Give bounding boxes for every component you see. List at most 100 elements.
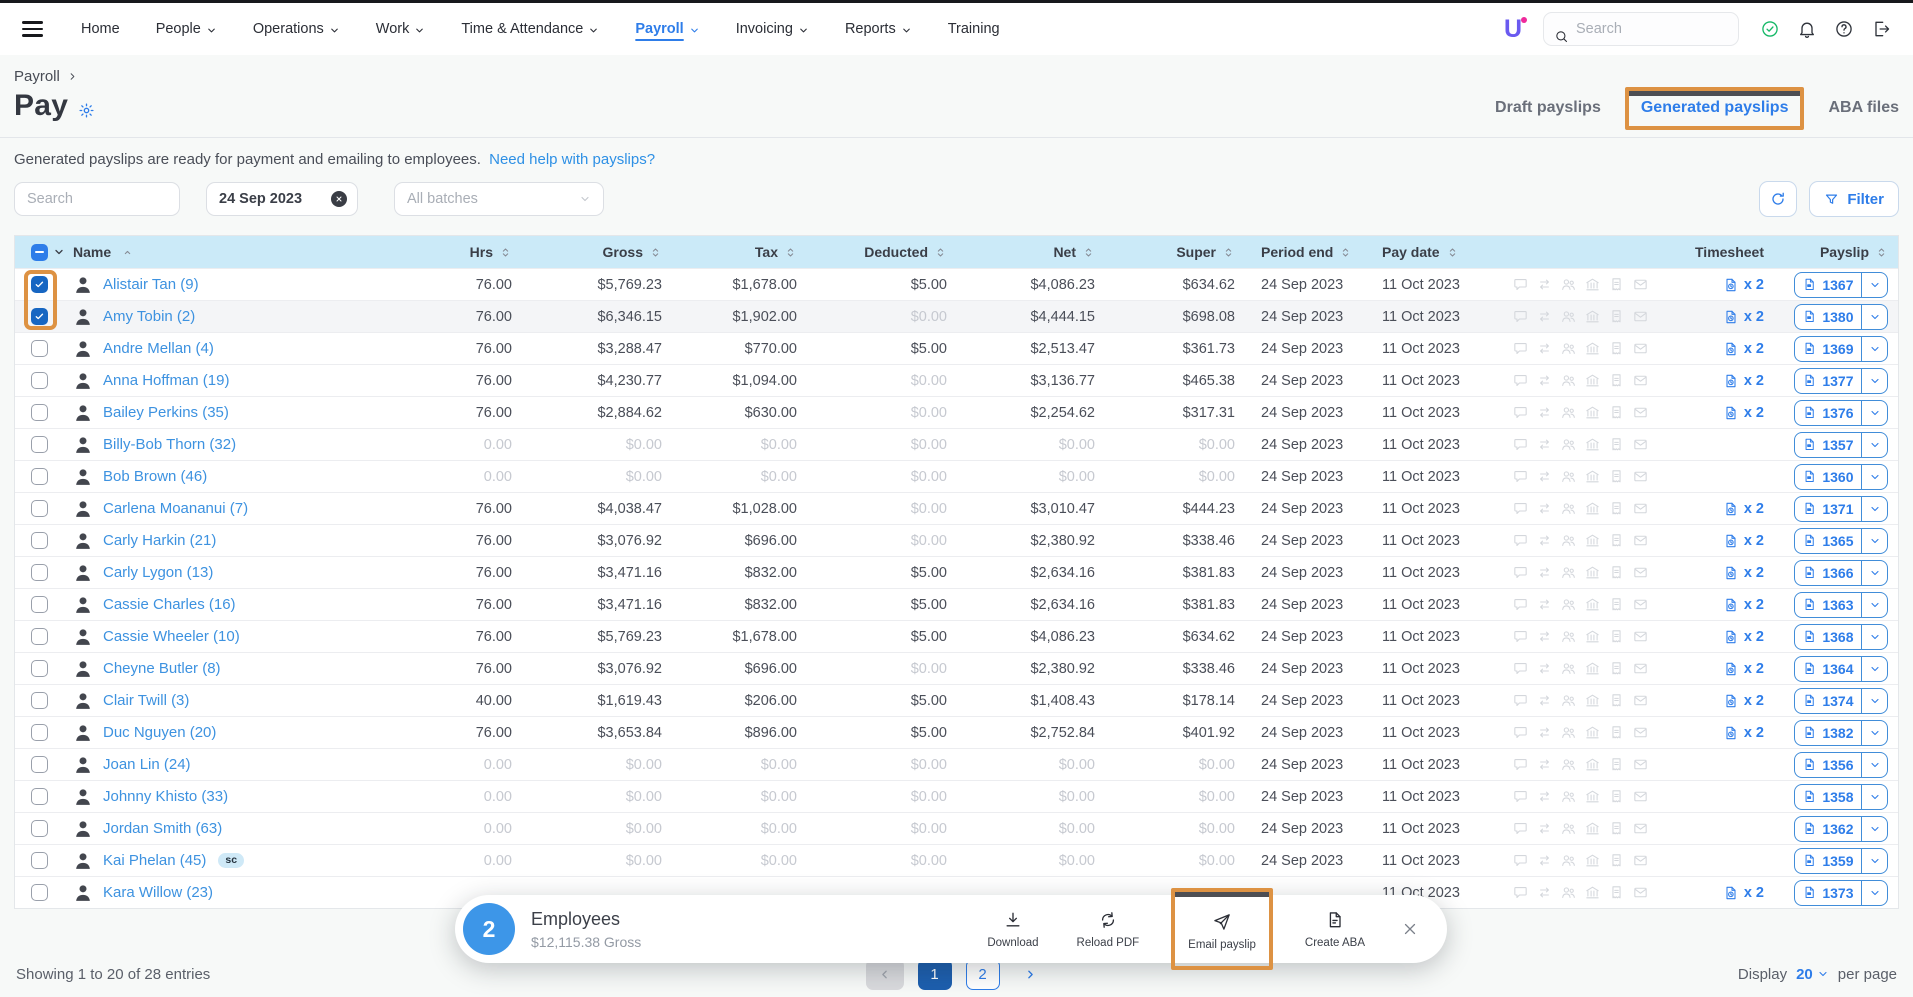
column-header-period_end[interactable]: Period end: [1235, 244, 1370, 260]
payslip-button[interactable]: 1369: [1794, 336, 1888, 362]
employee-link[interactable]: Amy Tobin (2): [103, 308, 195, 325]
transfer-icon[interactable]: [1536, 564, 1553, 581]
envelope-icon[interactable]: [1632, 500, 1649, 517]
bank-icon[interactable]: [1584, 692, 1601, 709]
bank-icon[interactable]: [1584, 308, 1601, 325]
transfer-icon[interactable]: [1536, 628, 1553, 645]
employee-link[interactable]: Kara Willow (23): [103, 884, 213, 901]
payslip-open-button[interactable]: 1380: [1795, 305, 1860, 329]
select-menu-chevron-icon[interactable]: [53, 246, 65, 258]
row-checkbox[interactable]: [31, 788, 48, 805]
timesheet-link[interactable]: x 2: [1723, 597, 1764, 613]
payslip-dropdown-button[interactable]: [1862, 721, 1887, 745]
row-checkbox[interactable]: [31, 276, 48, 293]
timesheet-link[interactable]: x 2: [1723, 341, 1764, 357]
column-header-pay_date[interactable]: Pay date: [1370, 244, 1502, 260]
employee-link[interactable]: Billy-Bob Thorn (32): [103, 436, 236, 453]
envelope-icon[interactable]: [1632, 468, 1649, 485]
hamburger-menu-icon[interactable]: [22, 21, 43, 37]
payslip-button[interactable]: 1356: [1794, 752, 1888, 778]
comment-icon[interactable]: [1512, 564, 1529, 581]
team-icon[interactable]: [1560, 852, 1577, 869]
employee-link[interactable]: Joan Lin (24): [103, 756, 191, 773]
row-checkbox[interactable]: [31, 820, 48, 837]
bank-icon[interactable]: [1584, 724, 1601, 741]
payslip-button[interactable]: 1358: [1794, 784, 1888, 810]
employee-link[interactable]: Bob Brown (46): [103, 468, 207, 485]
clear-date-button[interactable]: [331, 191, 347, 207]
signout-icon[interactable]: [1871, 19, 1891, 39]
comment-icon[interactable]: [1512, 820, 1529, 837]
row-checkbox[interactable]: [31, 660, 48, 677]
receipt-icon[interactable]: [1608, 628, 1625, 645]
envelope-icon[interactable]: [1632, 596, 1649, 613]
nav-item-operations[interactable]: Operations: [253, 21, 340, 37]
help-link[interactable]: Need help with payslips?: [489, 151, 655, 168]
timesheet-link[interactable]: x 2: [1723, 533, 1764, 549]
page-button-1[interactable]: 1: [918, 959, 952, 990]
team-icon[interactable]: [1560, 660, 1577, 677]
payslip-dropdown-button[interactable]: [1862, 529, 1887, 553]
payslip-open-button[interactable]: 1363: [1795, 593, 1860, 617]
comment-icon[interactable]: [1512, 596, 1529, 613]
employee-link[interactable]: Andre Mellan (4): [103, 340, 214, 357]
row-checkbox[interactable]: [31, 340, 48, 357]
receipt-icon[interactable]: [1608, 724, 1625, 741]
bank-icon[interactable]: [1584, 820, 1601, 837]
row-checkbox[interactable]: [31, 404, 48, 421]
payslip-open-button[interactable]: 1382: [1795, 721, 1860, 745]
envelope-icon[interactable]: [1632, 436, 1649, 453]
transfer-icon[interactable]: [1536, 308, 1553, 325]
payslip-open-button[interactable]: 1371: [1795, 497, 1860, 521]
app-logo[interactable]: U: [1504, 15, 1522, 44]
payslip-open-button[interactable]: 1357: [1795, 433, 1860, 457]
comment-icon[interactable]: [1512, 468, 1529, 485]
row-checkbox[interactable]: [31, 724, 48, 741]
payslip-dropdown-button[interactable]: [1862, 465, 1887, 489]
transfer-icon[interactable]: [1536, 468, 1553, 485]
employee-link[interactable]: Clair Twill (3): [103, 692, 189, 709]
bank-icon[interactable]: [1584, 884, 1601, 901]
envelope-icon[interactable]: [1632, 724, 1649, 741]
column-header-hrs[interactable]: Hrs: [417, 244, 512, 260]
comment-icon[interactable]: [1512, 308, 1529, 325]
receipt-icon[interactable]: [1608, 532, 1625, 549]
bank-icon[interactable]: [1584, 436, 1601, 453]
pay-date-filter[interactable]: 24 Sep 2023: [206, 182, 358, 216]
row-checkbox[interactable]: [31, 756, 48, 773]
team-icon[interactable]: [1560, 372, 1577, 389]
timesheet-link[interactable]: x 2: [1723, 885, 1764, 901]
employee-link[interactable]: Cheyne Butler (8): [103, 660, 221, 677]
transfer-icon[interactable]: [1536, 500, 1553, 517]
employee-link[interactable]: Bailey Perkins (35): [103, 404, 229, 421]
payslip-button[interactable]: 1363: [1794, 592, 1888, 618]
row-checkbox[interactable]: [31, 436, 48, 453]
row-checkbox[interactable]: [31, 852, 48, 869]
bank-icon[interactable]: [1584, 468, 1601, 485]
payslip-dropdown-button[interactable]: [1862, 753, 1887, 777]
team-icon[interactable]: [1560, 724, 1577, 741]
envelope-icon[interactable]: [1632, 628, 1649, 645]
employee-link[interactable]: Carly Lygon (13): [103, 564, 213, 581]
bell-icon[interactable]: [1797, 19, 1817, 39]
receipt-icon[interactable]: [1608, 788, 1625, 805]
payslip-button[interactable]: 1367: [1794, 272, 1888, 298]
receipt-icon[interactable]: [1608, 500, 1625, 517]
payslip-dropdown-button[interactable]: [1862, 497, 1887, 521]
payslip-open-button[interactable]: 1362: [1795, 817, 1860, 841]
payslip-button[interactable]: 1373: [1794, 880, 1888, 906]
row-checkbox[interactable]: [31, 500, 48, 517]
comment-icon[interactable]: [1512, 852, 1529, 869]
payslip-dropdown-button[interactable]: [1862, 337, 1887, 361]
bank-icon[interactable]: [1584, 276, 1601, 293]
envelope-icon[interactable]: [1632, 404, 1649, 421]
payslip-dropdown-button[interactable]: [1862, 785, 1887, 809]
bank-icon[interactable]: [1584, 372, 1601, 389]
employee-link[interactable]: Anna Hoffman (19): [103, 372, 229, 389]
payslip-open-button[interactable]: 1365: [1795, 529, 1860, 553]
receipt-icon[interactable]: [1608, 564, 1625, 581]
payslip-dropdown-button[interactable]: [1862, 433, 1887, 457]
team-icon[interactable]: [1560, 564, 1577, 581]
payslip-button[interactable]: 1376: [1794, 400, 1888, 426]
payslip-button[interactable]: 1368: [1794, 624, 1888, 650]
